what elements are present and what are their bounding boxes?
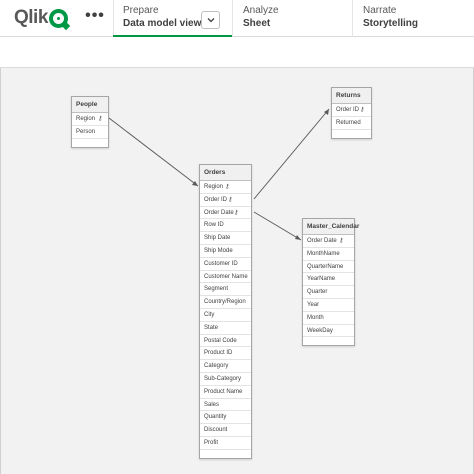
field-label: Person — [76, 128, 96, 135]
field-label: Returned — [336, 119, 361, 126]
qlik-logo[interactable]: Qlik — [14, 7, 71, 30]
field-orders-country-region[interactable]: Country/Region — [200, 296, 251, 309]
field-orders-ship-date[interactable]: Ship Date — [200, 232, 251, 245]
field-orders-order-date[interactable]: Order Date ⚷ — [200, 207, 251, 220]
field-orders-quantity[interactable]: Quantity — [200, 411, 251, 425]
field-label: Product ID — [204, 350, 233, 357]
key-icon: ⚷ — [98, 116, 103, 122]
field-label: Ship Mode — [204, 247, 233, 254]
tab-analyze-name: Sheet — [243, 18, 271, 29]
field-orders-ship-mode[interactable]: Ship Mode — [200, 245, 251, 258]
key-icon: ⚷ — [339, 238, 344, 244]
field-orders-order-id[interactable]: Order ID ⚷ — [200, 194, 251, 207]
field-label: Ship Date — [204, 235, 231, 242]
tab-narrate[interactable]: Narrate Storytelling — [352, 0, 474, 37]
field-label: Customer Name — [204, 273, 248, 280]
tab-narrate-name: Storytelling — [363, 18, 419, 29]
field-orders-sales[interactable]: Sales — [200, 399, 251, 412]
field-orders-discount[interactable]: Discount — [200, 424, 251, 437]
field-label: QuarterName — [307, 263, 344, 270]
key-icon: ⚷ — [360, 107, 365, 113]
field-orders-state[interactable]: State — [200, 322, 251, 335]
prepare-dropdown-button[interactable] — [201, 11, 220, 29]
table-returns-title: Returns — [332, 88, 371, 104]
key-icon: ⚷ — [228, 196, 233, 203]
field-label: Country/Region — [204, 299, 246, 306]
field-calendar-quartername[interactable]: QuarterName — [303, 261, 354, 274]
field-calendar-order-date[interactable]: Order Date ⚷ — [303, 235, 354, 248]
tab-analyze[interactable]: Analyze Sheet — [232, 0, 352, 37]
field-orders-profit[interactable]: Profit — [200, 437, 251, 450]
key-icon: ⚷ — [234, 209, 239, 216]
field-orders-product-id[interactable]: Product ID — [200, 347, 251, 361]
field-label: Order ID — [336, 107, 360, 113]
field-label: Product Name — [204, 388, 243, 395]
field-calendar-yearname[interactable]: YearName — [303, 273, 354, 287]
field-label: Year — [307, 301, 320, 308]
field-orders-city[interactable]: City — [200, 309, 251, 322]
field-calendar-weekday[interactable]: WeekDay — [303, 325, 354, 338]
key-icon: ⚷ — [225, 184, 230, 190]
field-orders-sub-category[interactable]: Sub-Category — [200, 373, 251, 386]
field-people-person[interactable]: Person — [72, 126, 108, 139]
field-label: Region — [204, 184, 224, 190]
field-orders-row-id[interactable]: Row ID — [200, 219, 251, 233]
field-calendar-year[interactable]: Year — [303, 299, 354, 312]
field-returns-returned[interactable]: Returned — [332, 117, 371, 130]
field-label: Quantity — [204, 414, 227, 421]
field-orders-region[interactable]: Region ⚷ — [200, 181, 251, 194]
field-label: Order ID — [204, 196, 228, 203]
field-calendar-month[interactable]: Month — [303, 312, 354, 325]
field-label: Postal Code — [204, 337, 237, 344]
field-label: Order Date — [307, 238, 337, 244]
toolbar — [0, 37, 474, 68]
field-people-region[interactable]: Region ⚷ — [72, 113, 108, 126]
field-label: YearName — [307, 276, 336, 283]
field-label: Region — [76, 116, 96, 122]
field-label: WeekDay — [307, 327, 333, 334]
field-label: MonthName — [307, 250, 340, 257]
table-orders[interactable]: Orders Region ⚷ Order ID ⚷ Order Date ⚷ Row… — [199, 164, 252, 459]
field-orders-customer-name[interactable]: Customer Name — [200, 271, 251, 284]
field-label: Discount — [204, 427, 228, 434]
field-calendar-monthname[interactable]: MonthName — [303, 248, 354, 261]
table-master-calendar[interactable]: Master_Calendar Order Date ⚷ MonthName Qu… — [302, 218, 359, 347]
field-orders-product-name[interactable]: Product Name — [200, 386, 251, 399]
table-master-calendar-title: Master_Calendar — [303, 219, 359, 235]
top-bar: Qlik ••• Prepare Data model viewer Analy… — [0, 0, 474, 37]
chevron-down-icon — [207, 18, 214, 23]
field-label: Sales — [204, 401, 220, 408]
tab-prepare-name: Data model viewer — [123, 18, 211, 29]
tab-prepare[interactable]: Prepare Data model viewer — [113, 0, 232, 37]
field-returns-order-id[interactable]: Order ID ⚷ — [332, 104, 371, 117]
field-label: Customer ID — [204, 260, 238, 267]
field-orders-postal-code[interactable]: Postal Code — [200, 335, 251, 348]
table-people-title: People — [72, 97, 108, 113]
field-orders-segment[interactable]: Segment — [200, 283, 251, 297]
qlik-logo-q-icon — [48, 8, 71, 30]
more-options-button[interactable]: ••• — [84, 8, 106, 27]
field-orders-customer-id[interactable]: Customer ID — [200, 258, 251, 271]
table-orders-title: Orders — [200, 165, 251, 181]
field-label: Quarter — [307, 289, 328, 296]
field-orders-category[interactable]: Category — [200, 360, 251, 373]
field-label: Month — [307, 314, 324, 321]
table-returns[interactable]: Returns Order ID ⚷ Returned — [331, 87, 372, 139]
field-label: Segment — [204, 286, 229, 293]
tab-analyze-step: Analyze — [243, 5, 279, 16]
field-label: Order Date — [204, 209, 234, 216]
table-people[interactable]: People Region ⚷ Person — [71, 96, 109, 148]
field-label: State — [204, 324, 219, 331]
field-label: Profit — [204, 439, 219, 446]
field-label: Row ID — [204, 222, 224, 229]
tab-prepare-step: Prepare — [123, 5, 159, 16]
field-label: City — [204, 311, 215, 318]
field-calendar-quarter[interactable]: Quarter — [303, 286, 354, 299]
logo-text: Qlik — [14, 7, 48, 28]
field-label: Sub-Category — [204, 375, 242, 382]
field-label: Category — [204, 363, 229, 370]
tab-narrate-step: Narrate — [363, 5, 397, 16]
